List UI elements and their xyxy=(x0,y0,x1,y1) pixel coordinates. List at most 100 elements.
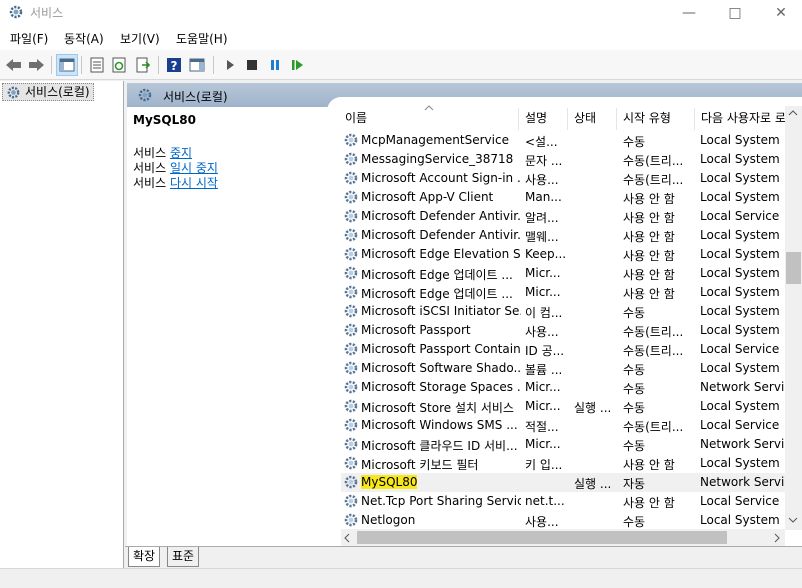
export-icon xyxy=(136,57,151,73)
toolbar-separator xyxy=(158,56,159,74)
tab-standard[interactable]: 표준 xyxy=(167,547,200,567)
service-startup-type-cell: 사용 안 함 xyxy=(623,192,675,206)
start-service-button[interactable] xyxy=(219,54,241,76)
service-description-cell: 사용... xyxy=(525,515,559,529)
show-action-pane-button[interactable] xyxy=(186,54,208,76)
service-startup-type-cell: 사용 안 함 xyxy=(623,211,675,225)
service-row[interactable]: Microsoft Storage Spaces ... Micr... 수동 Net… xyxy=(341,378,801,397)
service-row[interactable]: Microsoft Defender Antivir... 알려... 사용 안 함… xyxy=(341,207,801,226)
service-description-cell: 볼륨 ... xyxy=(525,363,563,377)
service-row[interactable]: Microsoft Edge Elevation S... Keep... 사용 안… xyxy=(341,245,801,264)
service-row[interactable]: McpManagementService <설... 수동 Local System xyxy=(341,131,801,150)
sort-ascending-icon xyxy=(424,105,434,111)
service-row[interactable]: Netlogon 사용... 수동 Local System xyxy=(341,511,801,530)
column-separator xyxy=(694,108,695,130)
toolbar-separator xyxy=(213,56,214,74)
service-name-cell: Microsoft Account Sign-in ... xyxy=(361,171,521,185)
close-button[interactable]: ✕ xyxy=(758,0,802,26)
service-name-cell: Microsoft App-V Client xyxy=(361,190,494,204)
service-row[interactable]: MySQL80 실행 ... 자동 Network Service xyxy=(341,473,801,492)
service-description-cell: 키 입... xyxy=(525,458,563,472)
scroll-up-icon[interactable] xyxy=(788,110,798,116)
service-row[interactable]: MessagingService_38718 문자 ... 수동(트리... Loca… xyxy=(341,150,801,169)
service-row[interactable]: Microsoft 키보드 필터 키 입... 사용 안 함 Local System xyxy=(341,454,801,473)
service-row[interactable]: Microsoft Passport Container ID 공... 수동(트리… xyxy=(341,340,801,359)
service-description-cell: <설... xyxy=(525,135,558,149)
minimize-icon: — xyxy=(682,5,696,21)
show-hide-console-tree-button[interactable] xyxy=(56,54,78,76)
scroll-right-icon[interactable] xyxy=(774,533,780,543)
service-startup-type-cell: 자동 xyxy=(623,477,646,491)
service-gear-icon xyxy=(344,380,358,394)
tree-item-services-local[interactable]: 서비스(로컬) xyxy=(2,83,94,101)
service-gear-icon xyxy=(344,475,358,489)
play-icon xyxy=(227,60,234,70)
service-row[interactable]: Microsoft Edge 업데이트 ... Micr... 사용 안 함 Loca… xyxy=(341,283,801,302)
service-startup-type-cell: 수동 xyxy=(623,382,646,396)
service-startup-type-cell: 수동(트리... xyxy=(623,325,684,339)
service-gear-icon xyxy=(344,494,358,508)
service-row[interactable]: Microsoft Edge 업데이트 ... Micr... 사용 안 함 Loca… xyxy=(341,264,801,283)
service-row[interactable]: Microsoft Passport 사용... 수동(트리... Local Sys… xyxy=(341,321,801,340)
minimize-button[interactable]: — xyxy=(666,0,712,26)
service-description-cell: Micr... xyxy=(525,285,561,299)
service-name-cell: Microsoft Passport Container xyxy=(361,342,521,356)
menu-view[interactable]: 보기(V) xyxy=(120,30,160,47)
column-header-description[interactable]: 설명 xyxy=(525,106,565,130)
service-description-cell: 이 컴... xyxy=(525,306,563,320)
vertical-scrollbar[interactable] xyxy=(785,106,802,530)
service-row[interactable]: Microsoft Defender Antivir... 맬웨... 사용 안 함… xyxy=(341,226,801,245)
help-button[interactable]: ? xyxy=(163,54,185,76)
service-startup-type-cell: 사용 안 함 xyxy=(623,249,675,263)
pause-service-button[interactable] xyxy=(264,54,286,76)
service-row[interactable]: Microsoft iSCSI Initiator Se... 이 컴... 수동 L… xyxy=(341,302,801,321)
stop-service-link[interactable]: 중지 xyxy=(170,146,192,160)
service-row[interactable]: Microsoft Store 설치 서비스 Micr... 실행 ... 수동 Loc… xyxy=(341,397,801,416)
pause-service-link[interactable]: 일시 중지 xyxy=(170,161,218,175)
console-tree-icon xyxy=(59,58,75,72)
column-header-status[interactable]: 상태 xyxy=(574,106,614,130)
menu-help[interactable]: 도움말(H) xyxy=(176,30,228,47)
column-header-logon-as[interactable]: 다음 사용자로 로 xyxy=(701,106,785,130)
service-name-cell: Microsoft Edge 업데이트 ... xyxy=(361,268,513,282)
menu-action[interactable]: 동작(A) xyxy=(64,30,104,47)
help-icon: ? xyxy=(167,58,181,73)
service-gear-icon xyxy=(344,361,358,375)
service-row[interactable]: Microsoft App-V Client Man... 사용 안 함 Local … xyxy=(341,188,801,207)
horizontal-scroll-thumb[interactable] xyxy=(357,531,727,544)
service-name-cell: Microsoft Store 설치 서비스 xyxy=(361,401,514,415)
service-description-cell: 맬웨... xyxy=(525,230,559,244)
service-description-cell: Micr... xyxy=(525,399,561,413)
forward-button[interactable] xyxy=(25,54,47,76)
service-gear-icon xyxy=(344,209,358,223)
service-name-cell: Net.Tcp Port Sharing Service xyxy=(361,494,521,508)
service-description-cell: net.t... xyxy=(525,494,565,508)
service-row[interactable]: Microsoft Windows SMS ... 적절... 수동(트리... Lo… xyxy=(341,416,801,435)
stop-service-button[interactable] xyxy=(241,54,263,76)
column-header-startup-type[interactable]: 시작 유형 xyxy=(623,106,693,130)
properties-button[interactable] xyxy=(86,54,108,76)
menu-bar: 파일(F) 동작(A) 보기(V) 도움말(H) xyxy=(0,26,802,50)
scroll-left-icon[interactable] xyxy=(344,533,350,543)
service-row[interactable]: Microsoft Software Shado... 볼륨 ... 수동 Local… xyxy=(341,359,801,378)
service-row[interactable]: Microsoft Account Sign-in ... 사용... 수동(트리.… xyxy=(341,169,801,188)
export-list-button[interactable] xyxy=(132,54,154,76)
status-bar xyxy=(0,568,802,588)
service-row[interactable]: Microsoft 클라우드 ID 서비... Micr... 수동 Network … xyxy=(341,435,801,454)
refresh-button[interactable] xyxy=(108,54,130,76)
scroll-down-icon[interactable] xyxy=(788,517,798,523)
restart-service-link[interactable]: 다시 시작 xyxy=(170,176,218,190)
service-gear-icon xyxy=(344,513,358,527)
service-name-cell: Microsoft 키보드 필터 xyxy=(361,458,479,472)
service-row[interactable]: Net.Tcp Port Sharing Service net.t... 사용 안… xyxy=(341,492,801,511)
back-button[interactable] xyxy=(3,54,25,76)
service-startup-type-cell: 수동 xyxy=(623,515,646,529)
vertical-scroll-thumb[interactable] xyxy=(786,252,801,284)
maximize-button[interactable]: □ xyxy=(712,0,758,26)
restart-service-button[interactable] xyxy=(287,54,309,76)
service-name-cell: Microsoft Defender Antivir... xyxy=(361,209,521,223)
service-name-cell: Microsoft Passport xyxy=(361,323,471,337)
service-gear-icon xyxy=(344,323,358,337)
tab-extended[interactable]: 확장 xyxy=(128,547,161,567)
menu-file[interactable]: 파일(F) xyxy=(10,30,48,47)
